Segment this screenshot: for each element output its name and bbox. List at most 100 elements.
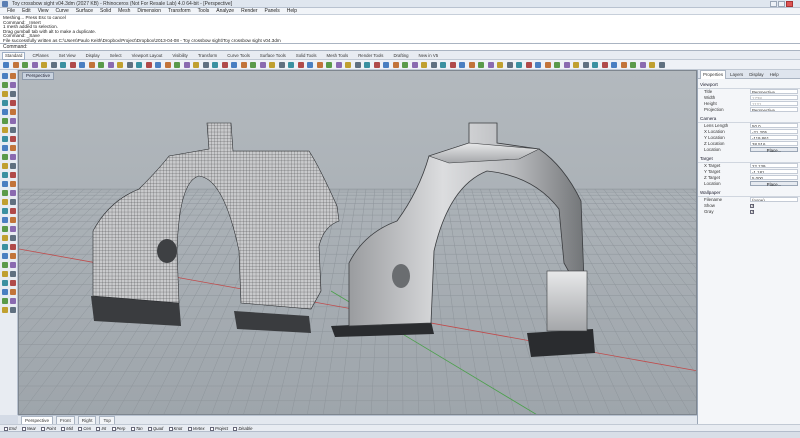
- toolbar-tool-icon[interactable]: [392, 62, 399, 68]
- menu-solid[interactable]: Solid: [100, 8, 111, 15]
- side-tool-icon[interactable]: [10, 190, 16, 196]
- side-tool-icon[interactable]: [10, 109, 16, 115]
- side-tool-icon[interactable]: [10, 82, 16, 88]
- toolbar-tool-icon[interactable]: [193, 62, 199, 68]
- filename-field[interactable]: (none): [750, 197, 798, 202]
- side-tool-icon[interactable]: [2, 190, 8, 196]
- toolbar-tool-icon[interactable]: [354, 62, 361, 68]
- side-tool-icon[interactable]: [2, 271, 8, 277]
- side-tool-icon[interactable]: [2, 217, 8, 223]
- side-tool-icon[interactable]: [10, 181, 16, 187]
- toolbar-tool-icon[interactable]: [88, 62, 95, 68]
- menu-render[interactable]: Render: [241, 8, 257, 15]
- side-tool-icon[interactable]: [10, 208, 16, 214]
- toolbar-tool-icon[interactable]: [430, 62, 437, 68]
- side-tool-icon[interactable]: [10, 280, 16, 286]
- side-tool-icon[interactable]: [10, 118, 16, 124]
- side-tool-icon[interactable]: [2, 154, 8, 160]
- toolbar-tool-icon[interactable]: [231, 62, 237, 68]
- side-tool-icon[interactable]: [10, 253, 16, 259]
- toolbar-tool-icon[interactable]: [611, 62, 617, 68]
- toolbar-tool-icon[interactable]: [639, 62, 646, 68]
- side-tool-icon[interactable]: [10, 244, 16, 250]
- menu-tools[interactable]: Tools: [198, 8, 210, 15]
- toolbar-tool-icon[interactable]: [478, 62, 484, 68]
- menu-transform[interactable]: Transform: [168, 8, 191, 15]
- side-tool-icon[interactable]: [2, 244, 8, 250]
- toolbar-tool-icon[interactable]: [383, 62, 389, 68]
- side-tool-icon[interactable]: [2, 253, 8, 259]
- toolbar-tool-icon[interactable]: [554, 62, 560, 68]
- toolbar-tool-icon[interactable]: [658, 62, 665, 68]
- side-tool-icon[interactable]: [10, 91, 16, 97]
- side-tool-icon[interactable]: [10, 217, 16, 223]
- tab-mesh-tools[interactable]: Mesh Tools: [324, 52, 352, 60]
- side-tool-icon[interactable]: [2, 307, 8, 313]
- menu-analyze[interactable]: Analyze: [216, 8, 234, 15]
- toolbar-tool-icon[interactable]: [582, 62, 589, 68]
- tab-display[interactable]: Display: [83, 52, 103, 60]
- tab-layers[interactable]: Layers: [728, 71, 745, 79]
- side-tool-icon[interactable]: [2, 289, 8, 295]
- tab-surface-tools[interactable]: Surface Tools: [257, 52, 289, 60]
- toolbar-tool-icon[interactable]: [411, 62, 418, 68]
- tab-transform[interactable]: Transform: [195, 52, 220, 60]
- toolbar-tool-icon[interactable]: [221, 62, 228, 68]
- tab-visibility[interactable]: Visibility: [169, 52, 190, 60]
- side-tool-icon[interactable]: [2, 235, 8, 241]
- tab-viewport-layout[interactable]: Viewport Layout: [129, 52, 166, 60]
- toolbar-tool-icon[interactable]: [41, 62, 47, 68]
- toolbar-tool-icon[interactable]: [136, 62, 142, 68]
- side-tool-icon[interactable]: [2, 280, 8, 286]
- side-tool-icon[interactable]: [2, 208, 8, 214]
- projection-select[interactable]: Perspective: [750, 107, 798, 112]
- lens-length-field[interactable]: 50.0: [750, 123, 798, 128]
- side-tool-icon[interactable]: [2, 136, 8, 142]
- side-tool-icon[interactable]: [2, 127, 8, 133]
- side-tool-icon[interactable]: [10, 127, 16, 133]
- command-history[interactable]: Meshing... Press Esc to cancel Command: …: [0, 15, 800, 44]
- menu-help[interactable]: Help: [287, 8, 297, 15]
- toolbar-tool-icon[interactable]: [364, 62, 370, 68]
- toolbar-tool-icon[interactable]: [145, 62, 152, 68]
- toolbar-tool-icon[interactable]: [3, 62, 9, 68]
- toolbar-tool-icon[interactable]: [174, 62, 180, 68]
- menu-edit[interactable]: Edit: [22, 8, 31, 15]
- toolbar-tool-icon[interactable]: [307, 62, 313, 68]
- toolbar-tool-icon[interactable]: [373, 62, 380, 68]
- viewport-title[interactable]: Perspective: [22, 72, 55, 80]
- side-tool-icon[interactable]: [10, 271, 16, 277]
- side-tool-icon[interactable]: [2, 298, 8, 304]
- side-tool-icon[interactable]: [2, 82, 8, 88]
- toolbar-tool-icon[interactable]: [60, 62, 66, 68]
- z-target-field[interactable]: 5.000: [750, 175, 798, 180]
- side-tool-icon[interactable]: [10, 235, 16, 241]
- title-field[interactable]: Perspective: [750, 89, 798, 94]
- toolbar-tool-icon[interactable]: [649, 62, 655, 68]
- toolbar-tool-icon[interactable]: [421, 62, 427, 68]
- toolbar-tool-icon[interactable]: [22, 62, 28, 68]
- tab-set-view[interactable]: Set View: [56, 52, 79, 60]
- toolbar-tool-icon[interactable]: [117, 62, 123, 68]
- toolbar-tool-icon[interactable]: [630, 62, 636, 68]
- x-location-field[interactable]: -21.205: [750, 129, 798, 134]
- toolbar-tool-icon[interactable]: [459, 62, 465, 68]
- perspective-viewport[interactable]: Perspective: [18, 70, 697, 415]
- toolbar-tool-icon[interactable]: [506, 62, 513, 68]
- side-tool-icon[interactable]: [2, 199, 8, 205]
- side-tool-icon[interactable]: [2, 181, 8, 187]
- side-tool-icon[interactable]: [2, 118, 8, 124]
- menu-file[interactable]: File: [7, 8, 15, 15]
- menu-dimension[interactable]: Dimension: [137, 8, 161, 15]
- close-button[interactable]: [786, 1, 793, 7]
- toolbar-tool-icon[interactable]: [345, 62, 351, 68]
- toolbar-tool-icon[interactable]: [535, 62, 541, 68]
- toolbar-tool-icon[interactable]: [212, 62, 218, 68]
- z-location-field[interactable]: 38.516: [750, 141, 798, 146]
- toolbar-tool-icon[interactable]: [98, 62, 104, 68]
- gray-checkbox[interactable]: [750, 209, 754, 215]
- tab-drafting[interactable]: Drafting: [390, 52, 411, 60]
- side-tool-icon[interactable]: [10, 307, 16, 313]
- toolbar-tool-icon[interactable]: [592, 62, 598, 68]
- toolbar-tool-icon[interactable]: [79, 62, 85, 68]
